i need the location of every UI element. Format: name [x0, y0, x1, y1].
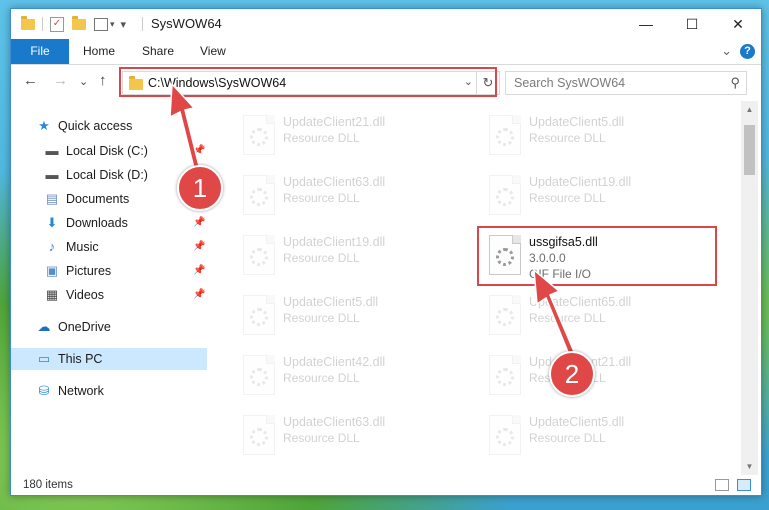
arrow-1: [169, 82, 200, 170]
callout-arrows: [169, 82, 576, 359]
step-2-badge: 2: [549, 351, 595, 397]
arrow-2: [533, 268, 576, 359]
step-1-badge: 1: [177, 165, 223, 211]
